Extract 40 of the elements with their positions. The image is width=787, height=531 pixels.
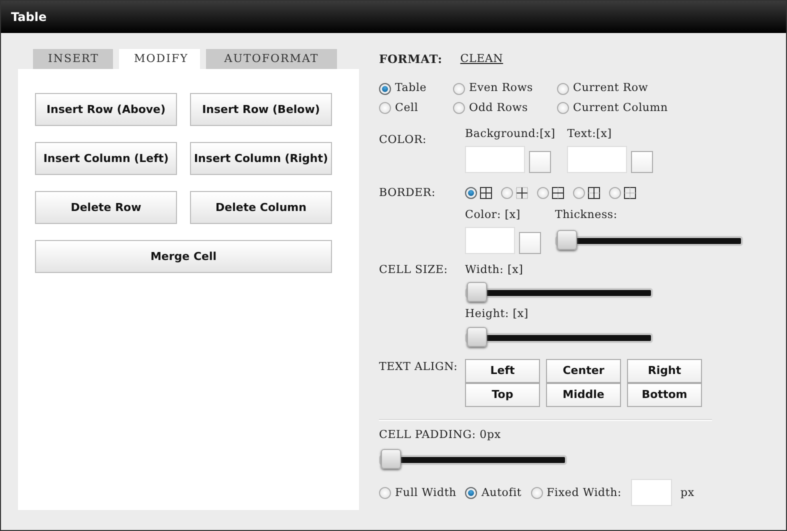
color-label: COLOR: [379,132,428,148]
action-button[interactable]: Insert Column (Right) [190,142,332,175]
action-button[interactable]: Insert Column (Left) [35,142,177,175]
format-label: FORMAT: [379,51,442,68]
window-title: Table [1,1,786,33]
clean-link[interactable]: CLEAN [460,51,504,68]
align-button[interactable]: Top [465,382,540,407]
merge-button[interactable]: Merge Cell [35,240,332,273]
radio-label: Current Column [573,100,668,116]
radio-label: Cell [395,100,418,116]
field-label: Width: [x] [465,262,524,278]
radio-label: Odd Rows [469,100,528,116]
border-label: BORDER: [379,184,437,201]
action-button[interactable]: Delete Row [35,191,177,224]
align-button[interactable]: Left [465,358,540,383]
radio-label: Fixed Width: [546,484,622,500]
unit-label: px [680,484,694,500]
radio-label: Autofit [481,484,522,500]
radio-label: Even Rows [469,80,534,96]
tab[interactable]: AUTOFORMAT [206,49,337,69]
field-label: Text:[x] [567,126,613,142]
text-align-label: TEXT ALIGN: [379,358,459,375]
tab[interactable]: MODIFY [119,49,200,69]
field-label: Height: [x] [465,306,530,322]
align-button[interactable]: Bottom [627,382,702,407]
cell-padding-label: CELL PADDING: 0px [379,426,502,443]
radio-label: Table [395,80,427,96]
field-label: Color: [x] [465,207,522,224]
field-label: Background:[x] [465,126,556,142]
action-button[interactable]: Insert Row (Above) [35,93,177,126]
align-button[interactable]: Center [546,358,621,383]
field-label: Thickness: [555,207,618,224]
action-button[interactable]: Delete Column [190,191,332,224]
align-button[interactable]: Right [627,358,702,383]
tab[interactable]: INSERT [33,49,113,69]
radio-label: Full Width [395,484,456,500]
cell-size-label: CELL SIZE: [379,262,449,278]
radio-label: Current Row [573,80,648,96]
action-button[interactable]: Insert Row (Below) [190,93,332,126]
align-button[interactable]: Middle [546,382,621,407]
